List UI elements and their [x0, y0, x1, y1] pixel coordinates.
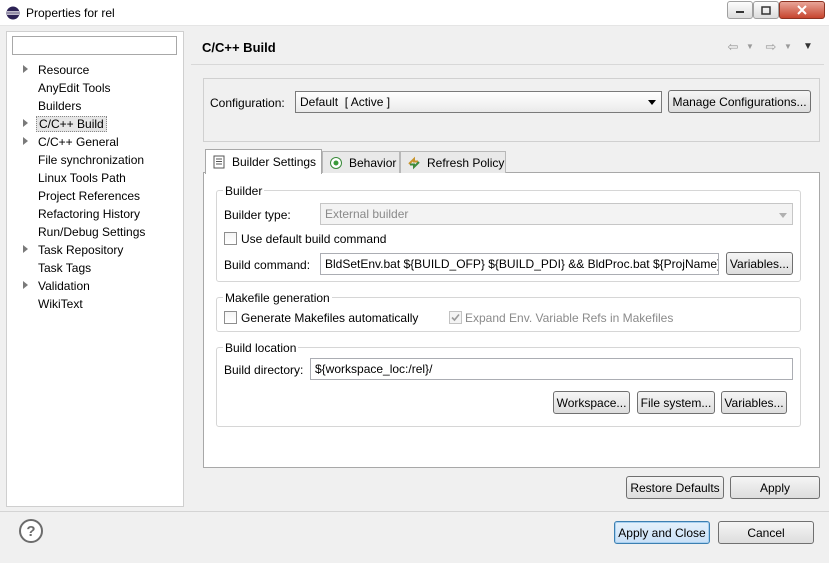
- sidebar-item[interactable]: Task Tags: [7, 259, 183, 277]
- use-default-build-command-checkbox[interactable]: [224, 232, 237, 245]
- document-icon: [213, 155, 225, 169]
- expand-arrow-icon[interactable]: [23, 245, 28, 253]
- bottom-separator: [0, 511, 829, 512]
- sidebar-item[interactable]: Refactoring History: [7, 205, 183, 223]
- title-bar: [0, 0, 829, 26]
- filter-input[interactable]: [12, 36, 177, 55]
- sidebar-item[interactable]: AnyEdit Tools: [7, 79, 183, 97]
- sidebar-item-label: AnyEdit Tools: [38, 81, 111, 95]
- builder-type-value: External builder: [325, 207, 409, 221]
- build-directory-label: Build directory:: [224, 363, 304, 377]
- builder-type-select: External builder: [320, 203, 793, 225]
- workspace-button[interactable]: Workspace...: [553, 391, 630, 414]
- builder-type-label: Builder type:: [224, 208, 291, 222]
- sidebar-item[interactable]: Task Repository: [7, 241, 183, 259]
- tab-label: Behavior: [349, 155, 397, 170]
- tab-label: Refresh Policy: [427, 155, 505, 170]
- sidebar-item-label: Project References: [38, 189, 141, 203]
- radio-icon: [330, 156, 342, 169]
- maximize-button[interactable]: [753, 1, 779, 19]
- close-icon: [797, 5, 807, 15]
- back-menu-icon[interactable]: ▼: [744, 40, 756, 54]
- sidebar-item-label: C/C++ General: [38, 135, 119, 149]
- window-title: Properties for rel: [26, 6, 115, 20]
- sidebar-item-label: Linux Tools Path: [38, 171, 126, 185]
- forward-menu-icon[interactable]: ▼: [782, 40, 794, 54]
- build-command-input[interactable]: BldSetEnv.bat ${BUILD_OFP} ${BUILD_PDI} …: [320, 253, 719, 275]
- forward-arrow-icon[interactable]: ⇨: [762, 40, 780, 54]
- sidebar-item-label: Validation: [38, 279, 90, 293]
- sidebar-item[interactable]: Project References: [7, 187, 183, 205]
- manage-configurations-button[interactable]: Manage Configurations...: [668, 90, 811, 113]
- sidebar-item-label: Resource: [38, 63, 90, 77]
- sidebar-item-label: C/C++ Build: [36, 116, 107, 132]
- restore-defaults-button[interactable]: Restore Defaults: [626, 476, 724, 499]
- build-command-label: Build command:: [224, 258, 311, 272]
- expand-env-refs-label: Expand Env. Variable Refs in Makefiles: [465, 311, 674, 325]
- build-command-variables-button[interactable]: Variables...: [726, 252, 793, 275]
- sidebar-item-label: Task Repository: [38, 243, 124, 257]
- build-directory-input[interactable]: ${workspace_loc:/rel}/: [310, 358, 793, 380]
- preferences-tree-panel: Resource AnyEdit Tools Builders C/C++ Build…: [6, 31, 184, 507]
- sidebar-item[interactable]: Validation: [7, 277, 183, 295]
- use-default-build-command-label[interactable]: Use default build command: [241, 232, 386, 246]
- expand-arrow-icon[interactable]: [23, 119, 28, 127]
- minimize-icon: [736, 11, 744, 13]
- page-title: C/C++ Build: [202, 40, 276, 55]
- build-location-title: Build location: [223, 341, 299, 355]
- sidebar-item[interactable]: WikiText: [7, 295, 183, 313]
- cancel-button[interactable]: Cancel: [718, 521, 814, 544]
- sidebar-item-label: Refactoring History: [38, 207, 141, 221]
- chevron-down-icon: [779, 213, 787, 218]
- tab-refresh-policy[interactable]: Refresh Policy: [400, 151, 506, 173]
- sidebar-item[interactable]: C/C++ General: [7, 133, 183, 151]
- expand-arrow-icon[interactable]: [23, 281, 28, 289]
- refresh-icon: [408, 156, 420, 169]
- sidebar-item-label: WikiText: [38, 297, 83, 311]
- checkmark-icon: [451, 313, 460, 322]
- sidebar-item-label: File synchronization: [38, 153, 145, 167]
- sidebar-item-label: Builders: [38, 99, 82, 113]
- expand-arrow-icon[interactable]: [23, 137, 28, 145]
- build-location-variables-button[interactable]: Variables...: [721, 391, 787, 414]
- sidebar-item[interactable]: Linux Tools Path: [7, 169, 183, 187]
- sidebar-item[interactable]: C/C++ Build: [7, 115, 183, 133]
- generate-makefiles-label[interactable]: Generate Makefiles automatically: [241, 311, 418, 325]
- sidebar-item-label: Run/Debug Settings: [38, 225, 146, 239]
- makefile-generation-title: Makefile generation: [223, 291, 332, 305]
- configuration-label: Configuration:: [210, 96, 285, 110]
- file-system-button[interactable]: File system...: [637, 391, 715, 414]
- tab-label: Builder Settings: [232, 155, 317, 169]
- builder-group-title: Builder: [223, 184, 265, 198]
- eclipse-icon: [6, 6, 20, 20]
- close-button[interactable]: [779, 1, 825, 19]
- sidebar-item[interactable]: Resource: [7, 61, 183, 79]
- apply-button[interactable]: Apply: [730, 476, 820, 499]
- generate-makefiles-checkbox[interactable]: [224, 311, 237, 324]
- sidebar-item[interactable]: Builders: [7, 97, 183, 115]
- minimize-button[interactable]: [727, 1, 753, 19]
- chevron-down-icon: [648, 100, 656, 105]
- configuration-select[interactable]: Default [ Active ]: [295, 91, 662, 113]
- sidebar-item[interactable]: Run/Debug Settings: [7, 223, 183, 241]
- tab-builder-settings[interactable]: Builder Settings: [205, 149, 322, 174]
- expand-env-refs-checkbox: [449, 311, 462, 324]
- expand-arrow-icon[interactable]: [23, 65, 28, 73]
- help-icon[interactable]: ?: [19, 519, 43, 543]
- configuration-value: Default [ Active ]: [300, 95, 391, 109]
- back-arrow-icon[interactable]: ⇦: [724, 40, 742, 54]
- header-separator: [191, 64, 824, 65]
- sidebar-item[interactable]: File synchronization: [7, 151, 183, 169]
- tab-behavior[interactable]: Behavior: [322, 151, 400, 173]
- apply-and-close-button[interactable]: Apply and Close: [614, 521, 710, 544]
- sidebar-item-label: Task Tags: [38, 261, 92, 275]
- maximize-icon: [761, 5, 771, 15]
- view-menu-icon[interactable]: ▼: [801, 40, 815, 54]
